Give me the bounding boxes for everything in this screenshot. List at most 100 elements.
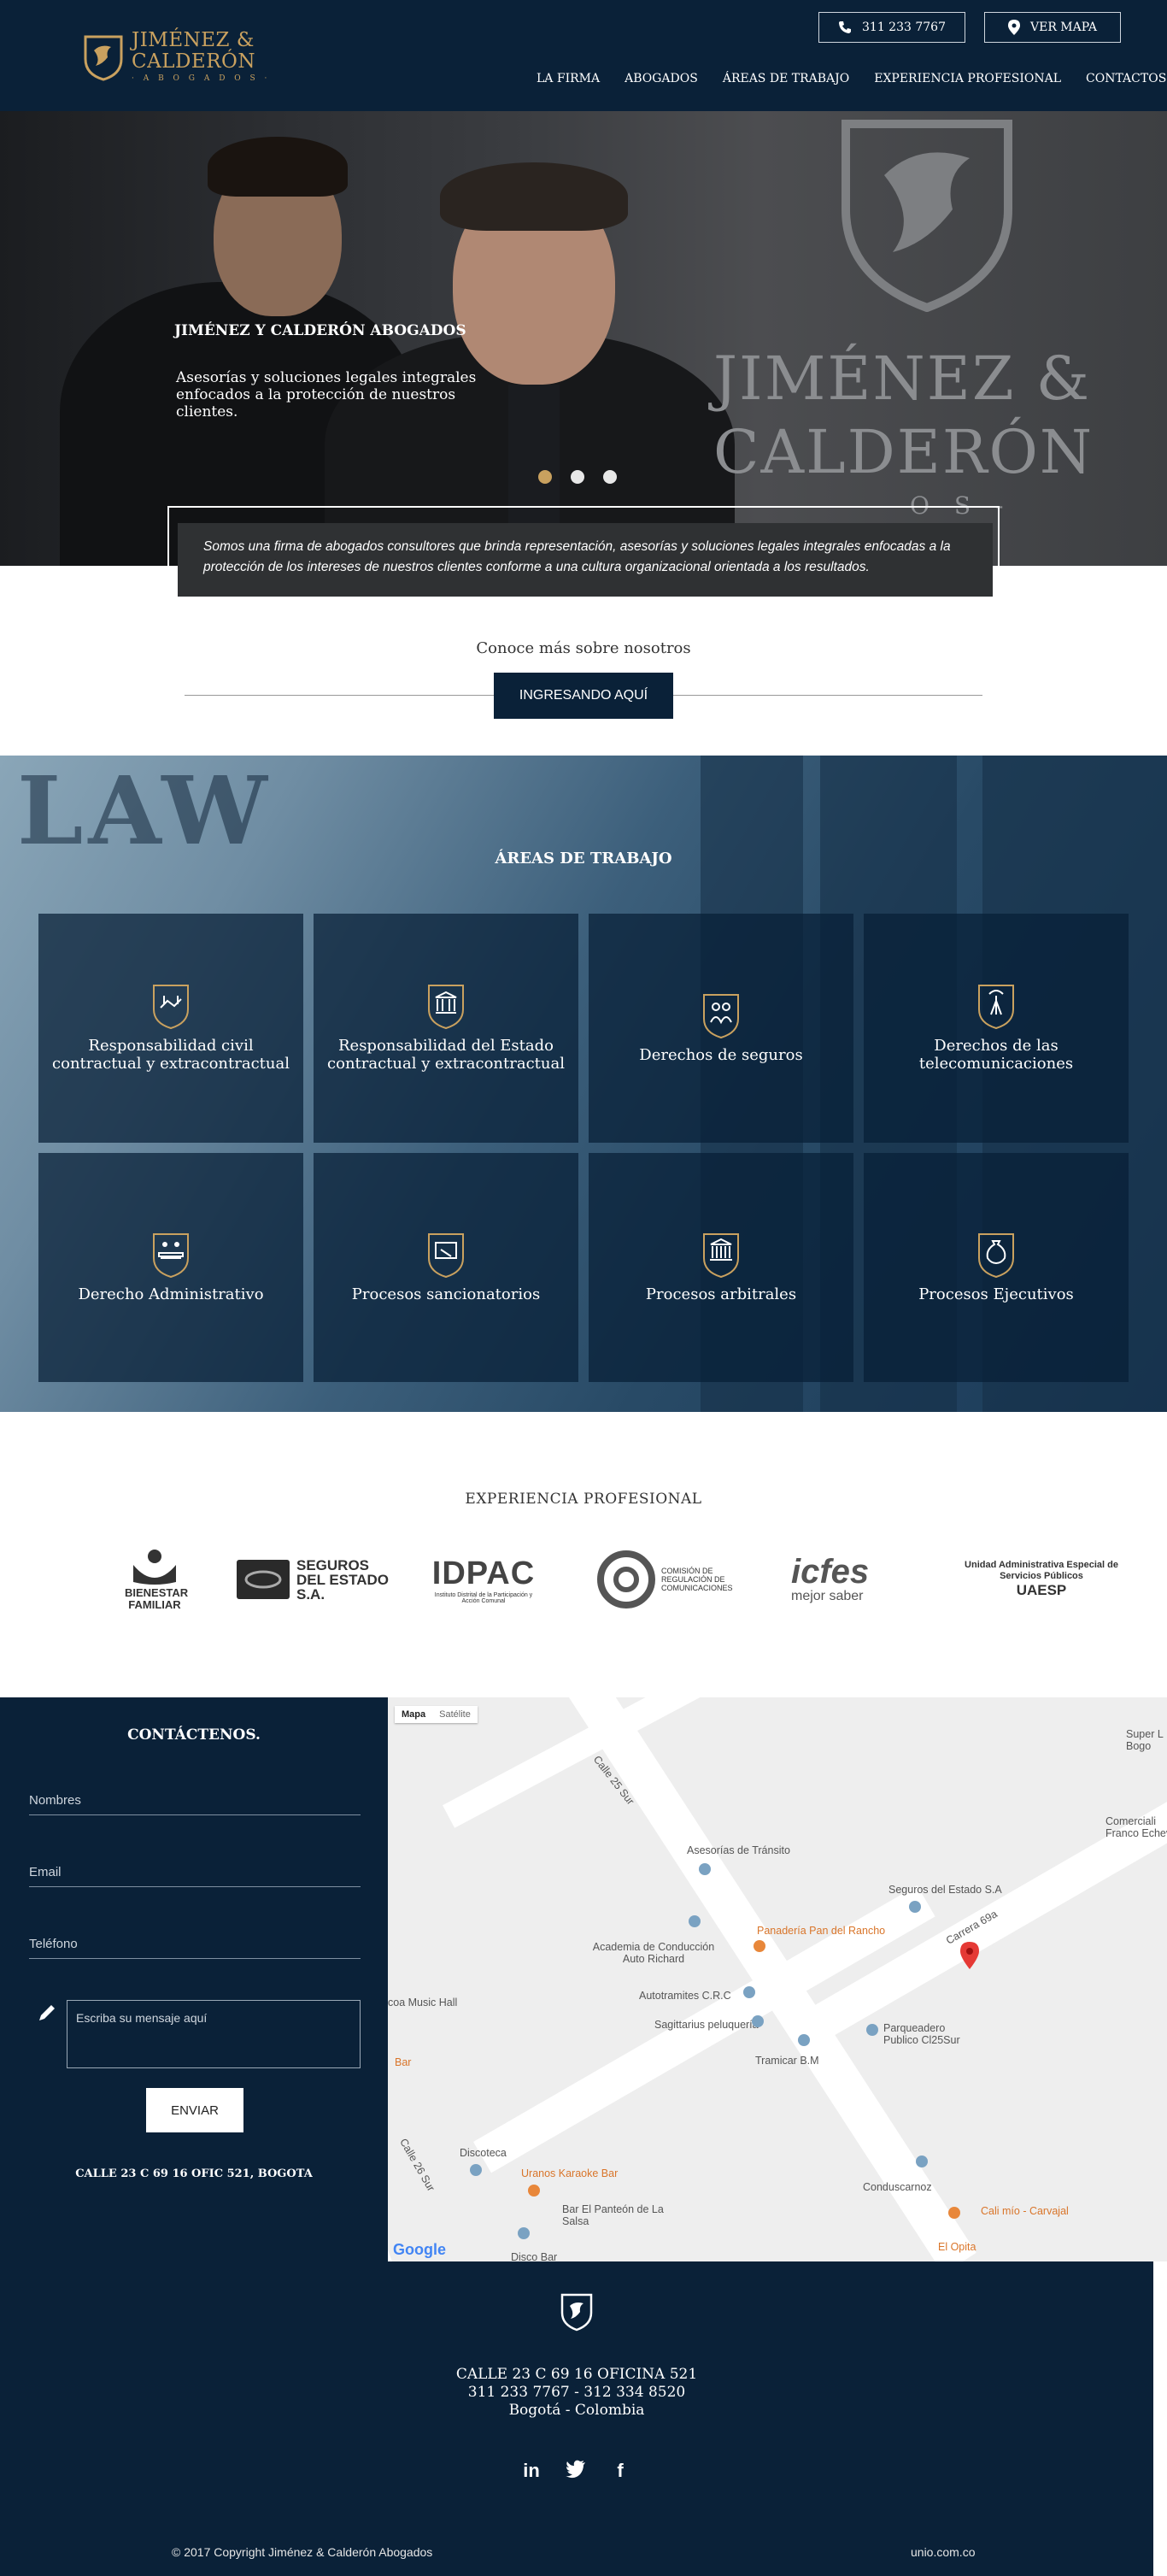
view-map-button[interactable]: VER MAPA [984,12,1121,43]
money-bag-icon [978,1232,1014,1278]
submit-button[interactable]: ENVIAR [146,2088,243,2132]
footer-phones: 311 233 7767 - 312 334 8520 [467,2384,686,2401]
area-card[interactable]: Derechos de las telecomunicaciones [864,914,1129,1143]
nav-la-firma[interactable]: LA FIRMA [537,72,600,85]
footer-shield-icon [560,2293,593,2332]
area-label: Responsabilidad del Estado contractual y… [327,1037,565,1073]
about-cta-button[interactable]: INGRESANDO AQUÍ [494,673,673,719]
nav-contactos[interactable]: CONTACTOS [1086,72,1166,85]
area-label: Procesos arbitrales [645,1285,797,1303]
map-pin[interactable] [866,2024,878,2036]
footer-address-line-1: CALLE 23 C 69 16 OFICINA 521 [455,2366,698,2383]
area-card[interactable]: Derechos de seguros [589,914,853,1143]
client-logo-crc: COMISIÓN DE REGULACIÓN DE COMUNICACIONES [595,1538,748,1620]
hero-brand-text: JIMÉNEZ & CALDERÓN O S - [713,342,1094,523]
area-card[interactable]: Responsabilidad del Estado contractual y… [314,914,578,1143]
map-pin[interactable] [948,2207,960,2219]
map-label: Uranos Karaoke Bar [521,2167,619,2179]
area-label: Derechos de las telecomunicaciones [918,1037,1074,1073]
map-label: Tramicar B.M [755,2055,819,2067]
map-pin[interactable] [798,2034,810,2046]
hero-brand-line-2: CALDERÓN [713,417,1094,487]
slider-dot-2[interactable] [571,470,584,484]
slider-dot-1[interactable] [538,470,552,484]
map-label: Bar El Panteón de La Salsa [562,2203,664,2227]
map-label: Calle 26 Sur [397,2136,437,2194]
google-map[interactable]: Mapa Satélite Calle 25 Sur Asesorías de … [388,1697,1167,2261]
map-pin[interactable] [909,1901,921,1913]
name-field[interactable]: Nombres [29,1793,361,1815]
map-pin[interactable] [470,2164,482,2176]
location-marker-icon[interactable] [960,1942,979,1969]
message-field[interactable]: Escriba su mensaje aquí [67,2000,361,2068]
intro-text: Somos una firma de abogados consultores … [178,523,993,597]
client-tagline: mejor saber [791,1589,864,1603]
map-pin[interactable] [699,1863,711,1875]
hero-slider: JIMÉNEZ & CALDERÓN O S - JIMÉNEZ Y CALDE… [0,111,1167,566]
map-label: Cali mío - Carvajal [981,2205,1069,2217]
slider-dot-3[interactable] [603,470,617,484]
map-label: coa Music Hall [388,1997,458,2008]
map-pin[interactable] [916,2155,928,2167]
footer-address: CALLE 23 C 69 16 OFICINA 521 311 233 776… [0,2366,1153,2420]
hero-title: JIMÉNEZ Y CALDERÓN ABOGADOS [174,322,466,339]
client-logo-bienestar: BIENESTAR FAMILIAR [82,1538,227,1620]
map-tab[interactable]: Mapa [395,1706,432,1723]
phone-field[interactable]: Teléfono [29,1937,361,1959]
site-logo[interactable]: JIMÉNEZ & CALDERÓN · A B O G A D O S · [82,31,270,83]
area-card[interactable]: Procesos sancionatorios [314,1153,578,1382]
area-card[interactable]: Responsabilidad civil contractual y extr… [38,914,303,1143]
antenna-icon [978,985,1014,1030]
map-label: Discoteca [460,2147,507,2159]
client-name: BIENESTAR FAMILIAR [125,1586,189,1611]
meeting-icon [153,1232,189,1278]
phone-button[interactable]: 311 233 7767 [818,12,965,43]
area-card[interactable]: Procesos arbitrales [589,1153,853,1382]
map-pin[interactable] [528,2185,540,2197]
area-card[interactable]: Derecho Administrativo [38,1153,303,1382]
government-building-icon [428,985,464,1030]
gavel-icon [428,1232,464,1278]
satellite-tab[interactable]: Satélite [432,1706,478,1723]
twitter-icon[interactable] [566,2460,586,2479]
map-label: Seguros del Estado S.A [888,1884,1002,1896]
bienestar-familiar-icon [133,1550,176,1585]
eagle-shield-icon [84,35,123,81]
view-map-label: VER MAPA [1029,21,1097,34]
hero-shield-icon [842,120,1012,312]
logo-line-2: CALDERÓN [132,50,256,73]
site-header: JIMÉNEZ & CALDERÓN · A B O G A D O S · 3… [0,0,1167,111]
client-logo-idpac: IDPAC Instituto Distrital de la Particip… [424,1538,543,1620]
client-logo-seguros: SEGUROS DEL ESTADO S.A. [227,1538,398,1620]
map-pin[interactable] [754,1940,765,1952]
linkedin-icon[interactable]: in [521,2460,542,2482]
nav-experiencia-profesional[interactable]: EXPERIENCIA PROFESIONAL [874,72,1061,85]
client-logos: BIENESTAR FAMILIAR SEGUROS DEL ESTADO S.… [82,1538,1121,1620]
facebook-icon[interactable]: f [610,2460,630,2482]
nav-areas-de-trabajo[interactable]: ÁREAS DE TRABAJO [723,72,849,85]
area-label: Procesos Ejecutivos [918,1285,1074,1303]
contact-form: CONTÁCTENOS. Nombres Email Teléfono Escr… [0,1697,388,2261]
client-name: SEGUROS DEL ESTADO S.A. [296,1556,389,1603]
map-pin[interactable] [689,1915,701,1927]
footer-city: Bogotá - Colombia [508,2402,645,2419]
client-logo-icfes: icfes mejor saber [791,1538,919,1620]
developer-credit[interactable]: unio.com.co [911,2545,975,2559]
nav-abogados[interactable]: ABOGADOS [625,72,698,85]
area-label: Responsabilidad civil contractual y extr… [52,1037,290,1073]
area-label: Procesos sancionatorios [351,1285,541,1303]
map-label: Conduscarnoz [863,2181,932,2193]
map-label: Super L Bogo [1126,1728,1164,1752]
map-pin[interactable] [518,2227,530,2239]
map-label: Academia de Conducción Auto Richard [592,1941,715,1965]
logo-line-3: · A B O G A D O S · [132,74,271,83]
client-name: IDPAC [431,1555,536,1591]
map-pin[interactable] [752,2015,764,2027]
phone-label: 311 233 7767 [862,21,946,34]
area-card[interactable]: Procesos Ejecutivos [864,1153,1129,1382]
email-field[interactable]: Email [29,1865,361,1887]
map-pin[interactable] [743,1986,755,1998]
phone-icon [839,21,851,33]
insurance-family-icon [703,993,739,1038]
hero-subtitle: Asesorías y soluciones legales integrale… [176,369,477,421]
